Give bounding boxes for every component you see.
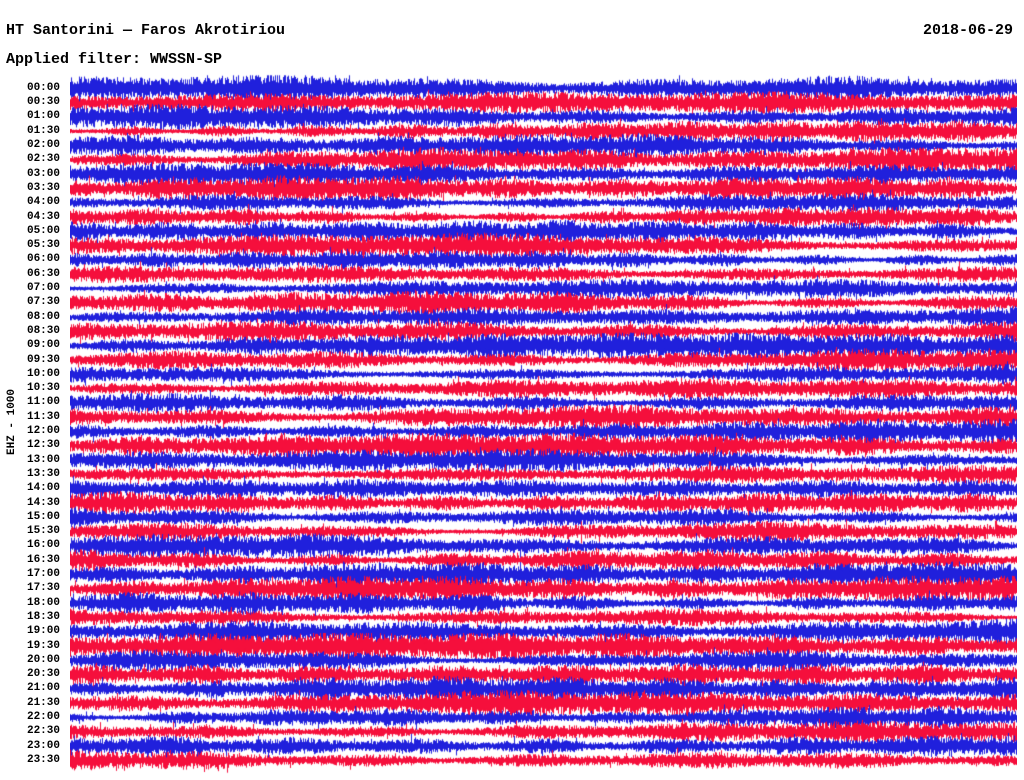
time-label: 18:00 — [26, 596, 60, 609]
time-label: 21:00 — [26, 682, 60, 695]
time-label: 19:00 — [26, 625, 60, 638]
time-label: 17:30 — [26, 582, 60, 595]
time-label: 20:00 — [26, 653, 60, 666]
time-label: 06:30 — [26, 267, 60, 280]
time-label: 04:30 — [26, 210, 60, 223]
time-label: 14:30 — [26, 496, 60, 509]
time-label: 03:30 — [26, 181, 60, 194]
time-label: 15:30 — [26, 525, 60, 538]
time-label: 04:00 — [26, 196, 60, 209]
time-label: 09:30 — [26, 353, 60, 366]
time-label: 01:00 — [26, 110, 60, 123]
time-label: 03:00 — [26, 167, 60, 180]
time-label: 08:30 — [26, 324, 60, 337]
time-scale: 00:00 00:30 01:00 01:30 02:00 02:30 03:00 03:30… — [0, 0, 60, 780]
time-label: 10:00 — [26, 367, 60, 380]
time-label: 00:00 — [26, 81, 60, 94]
time-label: 14:00 — [26, 482, 60, 495]
time-label: 21:30 — [26, 696, 60, 709]
time-label: 06:00 — [26, 253, 60, 266]
time-label: 12:00 — [26, 425, 60, 437]
time-label: 23:30 — [26, 753, 60, 766]
time-label: 17:00 — [26, 568, 60, 580]
trace-canvas — [70, 70, 1017, 780]
time-label: 23:00 — [26, 739, 60, 752]
time-label: 16:30 — [26, 553, 60, 566]
time-label: 07:30 — [26, 296, 60, 309]
time-label: 11:30 — [26, 410, 60, 423]
time-label: 05:00 — [26, 224, 60, 237]
time-label: 07:00 — [26, 282, 60, 294]
time-label: 10:30 — [26, 382, 60, 395]
time-label: 01:30 — [26, 124, 60, 137]
time-label: 22:30 — [26, 725, 60, 738]
time-label: 13:30 — [26, 467, 60, 480]
time-label: 18:30 — [26, 610, 60, 623]
time-label: 15:00 — [26, 510, 60, 523]
time-label: 19:30 — [26, 639, 60, 652]
time-label: 05:30 — [26, 239, 60, 252]
header-date: 2018-06-29 — [922, 22, 1013, 39]
time-label: 09:00 — [26, 339, 60, 352]
time-label: 20:30 — [26, 668, 60, 681]
time-label: 00:30 — [26, 96, 60, 109]
time-label: 12:30 — [26, 439, 60, 452]
time-label: 02:30 — [26, 153, 60, 166]
time-label: 22:00 — [26, 711, 60, 723]
time-label: 08:00 — [26, 310, 60, 323]
time-label: 02:00 — [26, 139, 60, 151]
time-label: 16:00 — [26, 539, 60, 552]
time-label: 11:00 — [26, 396, 60, 409]
time-label: 13:00 — [26, 453, 60, 466]
